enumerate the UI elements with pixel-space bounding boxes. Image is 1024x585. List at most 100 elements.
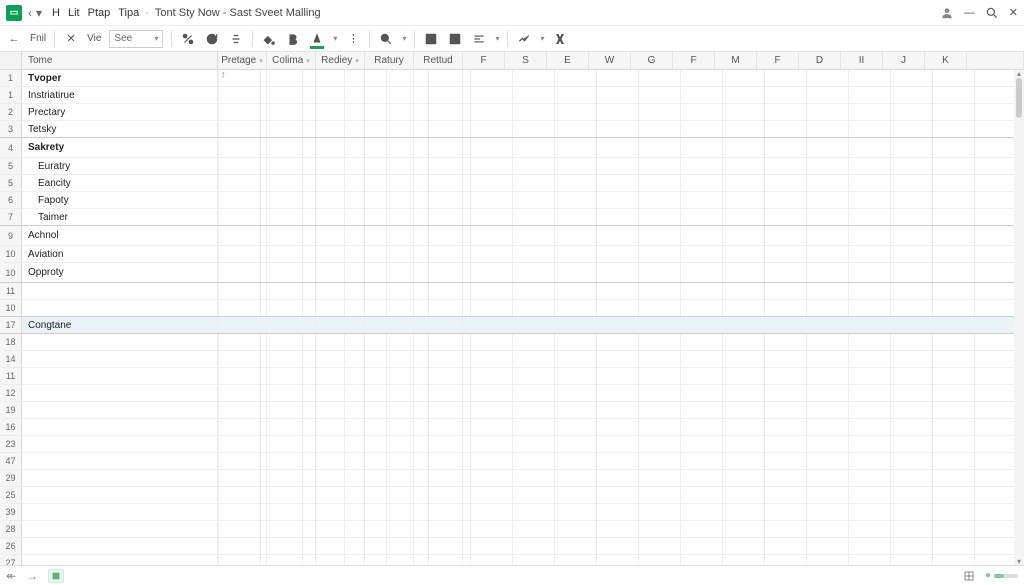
back-button[interactable]: ←: [6, 31, 22, 47]
scroll-down-icon[interactable]: ▾: [1014, 557, 1024, 565]
table-row[interactable]: 5Euratry: [0, 158, 1024, 175]
col-header-a[interactable]: Tome: [22, 52, 218, 69]
row-header[interactable]: 19: [0, 402, 22, 418]
table-row[interactable]: 3Tetsky: [0, 121, 1024, 138]
table-row[interactable]: 14: [0, 351, 1024, 368]
cell-a[interactable]: [22, 283, 218, 299]
menu-item-h[interactable]: H: [52, 7, 60, 19]
nav-dropdown-icon[interactable]: ▾: [36, 6, 42, 20]
row-cells[interactable]: [218, 209, 1024, 225]
row-cells[interactable]: [218, 419, 1024, 435]
chevron-down-icon[interactable]: ▾: [402, 34, 406, 43]
row-header[interactable]: 5: [0, 158, 22, 174]
row-header[interactable]: 5: [0, 175, 22, 191]
row-header[interactable]: 25: [0, 487, 22, 503]
col-header-f[interactable]: F: [757, 52, 799, 69]
row-cells[interactable]: [218, 453, 1024, 469]
table-row[interactable]: 11: [0, 283, 1024, 300]
row-cells[interactable]: [218, 521, 1024, 537]
row-header[interactable]: 3: [0, 121, 22, 137]
table-row[interactable]: 39: [0, 504, 1024, 521]
col-header-d[interactable]: D: [799, 52, 841, 69]
row-cells[interactable]: [218, 317, 1024, 333]
cell-a[interactable]: Tvoper: [22, 70, 218, 86]
refresh-icon[interactable]: [204, 31, 220, 47]
cell-a[interactable]: [22, 538, 218, 554]
cell-a[interactable]: Opproty: [22, 263, 218, 282]
row-header[interactable]: 47: [0, 453, 22, 469]
grid-icon[interactable]: [963, 570, 975, 582]
cell-a[interactable]: [22, 487, 218, 503]
row-cells[interactable]: [218, 87, 1024, 103]
zoom-indicator[interactable]: ●: [985, 570, 1018, 581]
clear-button[interactable]: ✕: [63, 31, 79, 47]
cell-a[interactable]: [22, 385, 218, 401]
row-cells[interactable]: [218, 70, 1024, 86]
vertical-scrollbar[interactable]: ▴ ▾: [1014, 70, 1024, 565]
close-button[interactable]: ✕: [1009, 6, 1018, 19]
sheet-next-button[interactable]: →: [26, 569, 38, 583]
table-row[interactable]: 25: [0, 487, 1024, 504]
table-row[interactable]: 16: [0, 419, 1024, 436]
cell-a[interactable]: Congtane: [22, 317, 218, 333]
cell-a[interactable]: Euratry: [22, 158, 218, 174]
chevron-down-icon[interactable]: ▾: [495, 34, 499, 43]
col-header-f[interactable]: F: [673, 52, 715, 69]
table-row[interactable]: 17Congtane: [0, 317, 1024, 334]
table-row[interactable]: 1Tvoper: [0, 70, 1024, 87]
row-cells[interactable]: [218, 283, 1024, 299]
select-all-corner[interactable]: [0, 52, 22, 69]
nav-back-icon[interactable]: ‹: [28, 6, 32, 20]
table-row[interactable]: 4Sakrety: [0, 138, 1024, 158]
spreadsheet-grid[interactable]: f 1Tvoper1Instriatirue2Prectary3Tetsky4S…: [0, 70, 1024, 565]
col-header-g[interactable]: G: [631, 52, 673, 69]
row-cells[interactable]: [218, 555, 1024, 565]
menu-item-tipa[interactable]: Tipa: [118, 7, 139, 19]
row-header[interactable]: 23: [0, 436, 22, 452]
row-header[interactable]: 17: [0, 317, 22, 333]
col-header-j[interactable]: J: [883, 52, 925, 69]
table-row[interactable]: 27: [0, 555, 1024, 565]
col-header-rediey[interactable]: Rediey▾: [316, 52, 365, 69]
chart-line-icon[interactable]: [516, 31, 532, 47]
table-row[interactable]: 11: [0, 368, 1024, 385]
col-header-k[interactable]: K: [925, 52, 967, 69]
cell-a[interactable]: [22, 555, 218, 565]
cell-a[interactable]: [22, 436, 218, 452]
table-row[interactable]: 23: [0, 436, 1024, 453]
col-header-pretage[interactable]: Pretage▾: [218, 52, 267, 69]
menu-item-lit[interactable]: Lit: [68, 7, 80, 19]
row-header[interactable]: 16: [0, 419, 22, 435]
sheet-tab[interactable]: [48, 569, 64, 583]
cell-a[interactable]: [22, 334, 218, 350]
row-header[interactable]: 10: [0, 263, 22, 282]
col-header-m[interactable]: M: [715, 52, 757, 69]
row-header[interactable]: 11: [0, 283, 22, 299]
zoom-icon[interactable]: [378, 31, 394, 47]
border-icon[interactable]: [423, 31, 439, 47]
percent-icon[interactable]: [180, 31, 196, 47]
row-cells[interactable]: [218, 385, 1024, 401]
table-row[interactable]: 19: [0, 402, 1024, 419]
row-cells[interactable]: [218, 300, 1024, 316]
avatar-icon[interactable]: [940, 6, 954, 20]
row-header[interactable]: 4: [0, 138, 22, 157]
row-header[interactable]: 1: [0, 87, 22, 103]
table-row[interactable]: 12: [0, 385, 1024, 402]
table-row[interactable]: 9Achnol: [0, 226, 1024, 246]
col-header-w[interactable]: W: [589, 52, 631, 69]
cell-a[interactable]: Aviation: [22, 246, 218, 262]
row-header[interactable]: 12: [0, 385, 22, 401]
text-color-button[interactable]: [309, 31, 325, 47]
scroll-up-icon[interactable]: ▴: [1014, 70, 1024, 78]
row-cells[interactable]: [218, 192, 1024, 208]
row-cells[interactable]: [218, 470, 1024, 486]
scrollbar-thumb[interactable]: [1016, 78, 1022, 118]
row-header[interactable]: 9: [0, 226, 22, 245]
cell-a[interactable]: Achnol: [22, 226, 218, 245]
row-header[interactable]: 2: [0, 104, 22, 120]
row-cells[interactable]: [218, 504, 1024, 520]
table-row[interactable]: 1Instriatirue: [0, 87, 1024, 104]
row-header[interactable]: 6: [0, 192, 22, 208]
row-header[interactable]: 29: [0, 470, 22, 486]
